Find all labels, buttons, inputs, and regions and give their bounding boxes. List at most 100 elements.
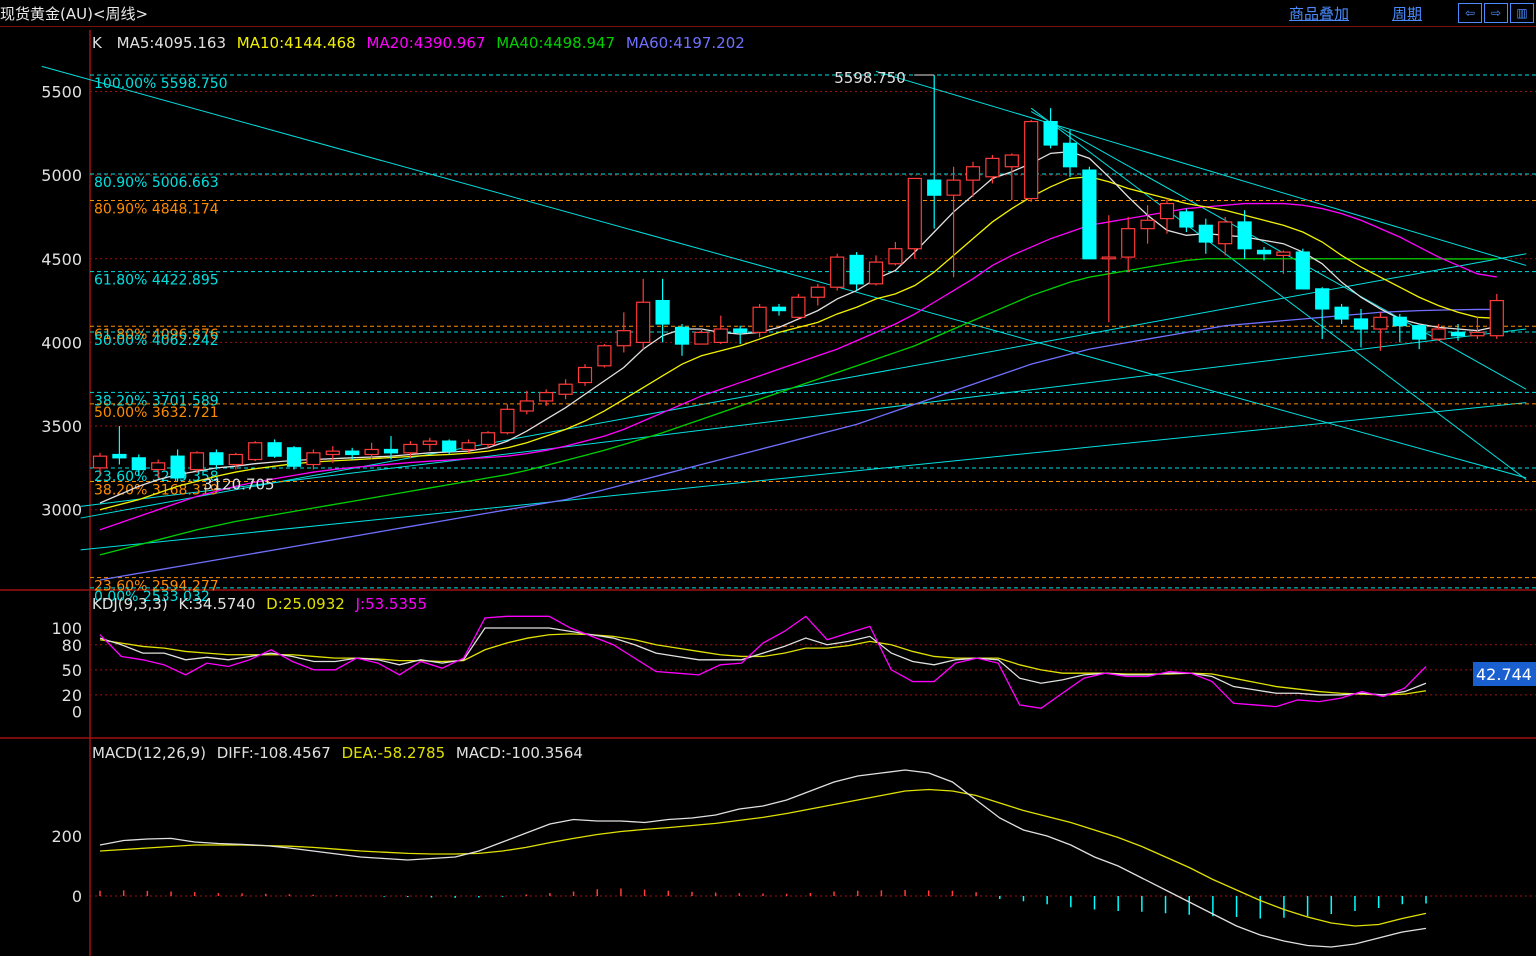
candle-body	[946, 179, 961, 196]
candle-body	[306, 452, 321, 466]
kdj-tick-label: 80	[62, 636, 82, 655]
high-price-label: 5598.750	[834, 69, 906, 87]
candle-body	[1140, 219, 1155, 230]
price-tick-label: 4000	[41, 333, 82, 352]
candle-body	[985, 157, 1000, 178]
macd-diff: DIFF:-108.4567	[217, 744, 331, 762]
candle-body	[442, 440, 457, 452]
fib-level-label: 61.80% 4422.895	[94, 273, 219, 289]
candle-body	[830, 256, 845, 288]
candle-body	[1082, 169, 1097, 260]
candle-body	[1256, 249, 1272, 255]
candle-body	[597, 345, 612, 367]
candle-body	[616, 330, 631, 347]
kdj-k: K:34.5740	[178, 595, 255, 613]
candle-body	[248, 442, 263, 461]
candle-body	[636, 301, 651, 344]
candle-body	[849, 254, 864, 285]
fib-level-label: 80.90% 4848.174	[94, 202, 219, 218]
fib-level-label: 50.00% 4062.242	[94, 333, 219, 349]
trend-line	[1030, 111, 1527, 390]
candle-body	[345, 450, 360, 456]
price-tick-label: 4500	[41, 250, 82, 269]
candle-body	[1121, 228, 1136, 258]
kdj-tick-label: 0	[72, 703, 82, 722]
fib-level-label: 80.90% 5006.663	[94, 175, 219, 191]
macd-tick-label: 0	[72, 887, 82, 906]
macd-diff-line	[99, 769, 1427, 948]
fib-level-label: 50.00% 3632.721	[94, 405, 219, 421]
candle-body	[927, 179, 942, 196]
macd-tick-label: 200	[51, 827, 82, 846]
candle-body	[577, 366, 593, 384]
candle-body	[1276, 251, 1291, 257]
candle-body	[558, 383, 573, 395]
candle-body	[131, 457, 146, 471]
candle-body	[791, 296, 806, 318]
kdj-panel	[99, 615, 1427, 709]
candle-body	[422, 440, 437, 446]
trend-line	[80, 402, 1527, 551]
candle-body	[907, 177, 922, 250]
candle-body	[655, 299, 670, 325]
candle-body	[1237, 221, 1252, 250]
candle-body	[694, 331, 709, 345]
trend-line	[1030, 107, 1527, 480]
legend-ma10: MA10:4144.468	[237, 34, 356, 52]
candle-body	[888, 248, 903, 265]
price-tick-label: 3500	[41, 417, 82, 436]
macd-dea: DEA:-58.2785	[342, 744, 446, 762]
candle-body	[403, 443, 418, 454]
kdj-legend: KDJ(9,3,3) K:34.5740 D:25.0932 J:53.5355	[92, 595, 427, 613]
candle-body	[965, 166, 981, 181]
candle-body	[1470, 331, 1485, 337]
candle-body	[1315, 288, 1330, 310]
candle-body	[92, 455, 108, 469]
legend-k: K	[92, 34, 103, 52]
candlesticks	[92, 75, 1504, 482]
candle-body	[364, 448, 379, 456]
fib-level-label: 100.00% 5598.750	[94, 76, 228, 92]
candle-body	[1392, 316, 1407, 327]
ma60-line	[99, 308, 1497, 581]
price-legend: K MA5:4095.163 MA10:4144.468 MA20:4390.9…	[92, 34, 745, 52]
candle-body	[480, 432, 496, 446]
candle-body	[1295, 251, 1310, 290]
candle-body	[1431, 328, 1446, 340]
candle-body	[383, 448, 399, 454]
chart-canvas: 100.00% 5598.750 80.90% 5006.663 80.90% 48…	[0, 30, 1536, 956]
price-tick-label: 3000	[41, 501, 82, 520]
macd-panel	[99, 769, 1427, 948]
candle-body	[1450, 331, 1466, 337]
macd-legend: MACD(12,26,9) DIFF:-108.4567 DEA:-58.278…	[92, 744, 583, 762]
candle-body	[286, 447, 302, 467]
candle-body	[461, 442, 476, 451]
candle-body	[771, 306, 787, 312]
candle-body	[500, 408, 515, 434]
candle-body	[267, 442, 282, 457]
kdj-j: J:53.5355	[355, 595, 428, 613]
candle-body	[868, 261, 884, 285]
candle-body	[209, 452, 224, 466]
candle-body	[1489, 299, 1504, 337]
candle-body	[228, 453, 243, 466]
kdj-k-line	[99, 627, 1427, 696]
candle-body	[151, 462, 166, 471]
moving-averages	[99, 151, 1497, 581]
legend-ma5: MA5:4095.163	[117, 34, 226, 52]
candle-body	[1179, 211, 1194, 228]
candle-body	[1218, 221, 1233, 245]
legend-ma20: MA20:4390.967	[366, 34, 485, 52]
price-tick-label: 5500	[41, 82, 82, 101]
candle-body	[1412, 325, 1427, 340]
candle-body	[1062, 142, 1078, 168]
candle-body	[1334, 306, 1349, 320]
candle-body	[1101, 256, 1116, 260]
candle-body	[810, 286, 825, 298]
kdj-d: D:25.0932	[266, 595, 345, 613]
fibonacci-levels: 100.00% 5598.750 80.90% 5006.663 80.90% 48…	[90, 74, 1536, 605]
legend-ma40: MA40:4498.947	[496, 34, 615, 52]
candle-body	[733, 328, 748, 333]
candle-body	[1043, 120, 1058, 146]
candle-body	[539, 391, 554, 402]
